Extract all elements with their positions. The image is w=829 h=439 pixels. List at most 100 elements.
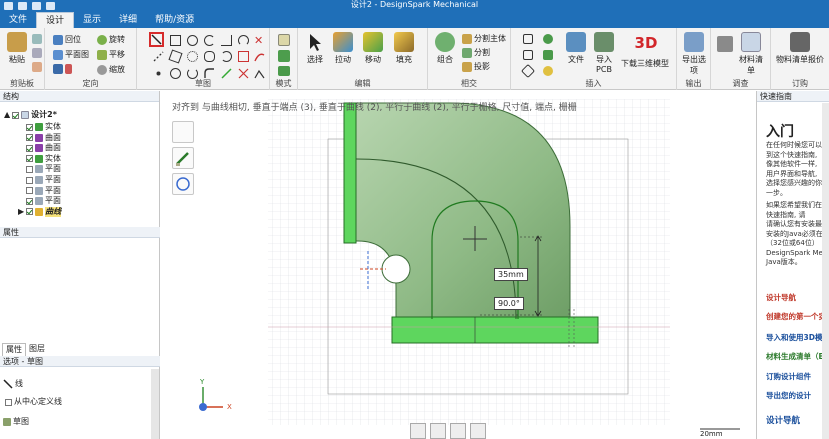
return-3d-button[interactable]	[410, 423, 426, 439]
visibility-checkbox[interactable]	[26, 197, 33, 205]
select-button[interactable]: 选择	[300, 32, 330, 65]
visibility-checkbox[interactable]	[26, 176, 33, 184]
torus-icon[interactable]	[543, 66, 553, 76]
arc-tool-button[interactable]	[204, 35, 215, 46]
tab-display[interactable]: 显示	[74, 12, 110, 28]
guide-link[interactable]: 导出您的设计	[766, 390, 811, 401]
rectangle-tool-button[interactable]	[170, 35, 181, 46]
tab-design[interactable]: 设计	[36, 12, 75, 28]
plane-icon[interactable]	[523, 34, 533, 44]
pan-button[interactable]: 平移	[97, 49, 125, 60]
export-options-button[interactable]: 导出选项	[679, 32, 709, 76]
guide-link[interactable]: 设计导航	[766, 292, 796, 303]
download-3d-button[interactable]: 下载三维模型	[621, 58, 669, 69]
sphere-icon[interactable]	[543, 34, 553, 44]
tree-item[interactable]: 平面	[26, 196, 61, 206]
plan-view-mini-button[interactable]	[470, 423, 486, 439]
section-mode-icon[interactable]	[278, 50, 290, 62]
import-pcb-button[interactable]: 导入PCB	[589, 32, 619, 74]
origin-icon[interactable]	[520, 63, 536, 79]
bend-tool-button[interactable]	[254, 51, 265, 62]
design-canvas[interactable]: 对齐到 与曲线相切, 垂直于端点 (3), 垂直于曲线 (2), 平行于曲线 (…	[160, 91, 756, 439]
polygon-tool-button[interactable]	[168, 49, 183, 64]
tab-help[interactable]: 帮助/资源	[146, 12, 203, 28]
fill-button[interactable]: 填充	[389, 32, 419, 65]
move-grid-button[interactable]	[450, 423, 466, 439]
point-tool-button[interactable]	[153, 51, 164, 62]
dimension-angle[interactable]: 90.0°	[494, 297, 524, 310]
tree-item[interactable]: ▶ 曲线	[18, 206, 62, 217]
tree-item[interactable]: 实体	[26, 122, 61, 132]
visibility-checkbox[interactable]	[26, 134, 33, 142]
axis-icon[interactable]	[523, 50, 533, 60]
tangent-arc-button[interactable]	[238, 35, 249, 46]
tab-file[interactable]: 文件	[0, 12, 36, 28]
from-center-option[interactable]: 从中心定义线	[5, 397, 62, 407]
home-button[interactable]: 回位	[53, 34, 81, 45]
guide-link[interactable]: 导入和使用3D模型	[766, 332, 829, 343]
move-button[interactable]: 移动	[358, 32, 388, 65]
download-3d-badge[interactable]: 3D	[621, 34, 671, 52]
line-option-row[interactable]: 线	[3, 379, 23, 389]
sketch-option-row[interactable]: 草图	[3, 417, 29, 427]
sketch-select-tool[interactable]	[172, 121, 194, 143]
tab-detail[interactable]: 详细	[110, 12, 146, 28]
select-new-plane-button[interactable]	[430, 423, 446, 439]
sketch-rotate-tool[interactable]	[172, 173, 194, 195]
options-scrollbar[interactable]	[151, 369, 159, 439]
view-cube-button[interactable]	[53, 64, 72, 74]
spline-tool-button[interactable]	[221, 35, 232, 46]
tree-item[interactable]: 曲面	[26, 133, 61, 143]
3d-mode-icon[interactable]	[278, 66, 290, 76]
copy-icon[interactable]	[32, 48, 42, 58]
bom-button[interactable]: 材料清单	[736, 32, 766, 76]
bom-quote-button[interactable]: 物料清单报价	[771, 32, 829, 65]
visibility-checkbox[interactable]	[26, 155, 33, 163]
visibility-checkbox[interactable]	[12, 111, 20, 119]
cut-icon[interactable]	[32, 34, 42, 44]
tree-item[interactable]: 曲面	[26, 143, 61, 153]
visibility-checkbox[interactable]	[26, 123, 33, 131]
plan-view-button[interactable]: 平面图	[53, 49, 89, 60]
expand-icon[interactable]: ▲	[4, 110, 10, 120]
line-tool-button[interactable]	[149, 32, 164, 47]
format-painter-icon[interactable]	[32, 62, 42, 72]
zoom-button[interactable]: 缩放	[97, 64, 125, 75]
expand-icon[interactable]: ▶	[18, 207, 24, 217]
tree-item[interactable]: 平面	[26, 175, 61, 185]
guide-link[interactable]: 材料生成清单（B	[766, 351, 824, 362]
three-point-circle-button[interactable]	[187, 51, 198, 62]
circle-tool-button[interactable]	[187, 35, 198, 46]
project-button[interactable]: 投影	[462, 61, 490, 72]
tree-item[interactable]: 平面	[26, 186, 61, 196]
sketch-mode-icon[interactable]	[278, 34, 290, 46]
visibility-checkbox[interactable]	[26, 144, 33, 152]
guide-link[interactable]: 订购设计组件	[766, 371, 811, 382]
insert-file-button[interactable]: 文件	[561, 32, 591, 65]
dimension-35mm[interactable]: 35mm	[494, 268, 528, 281]
trim-tool-button[interactable]: ✕	[254, 35, 265, 46]
tree-item[interactable]: 实体	[26, 154, 61, 164]
guide-link[interactable]: 设计导航	[766, 414, 800, 426]
tree-item[interactable]: 平面	[26, 164, 61, 174]
pull-button[interactable]: 拉动	[328, 32, 358, 65]
visibility-checkbox[interactable]	[26, 165, 33, 173]
split-body-button[interactable]: 分割主体	[462, 33, 506, 44]
tab-layers[interactable]: 图层	[26, 343, 48, 355]
offset-curve-button[interactable]	[238, 51, 249, 62]
tab-properties[interactable]: 属性	[2, 343, 26, 356]
tree-root[interactable]: ▲ 设计2*	[4, 110, 57, 120]
visibility-checkbox[interactable]	[26, 208, 34, 216]
rotate-button[interactable]: 旋转	[97, 34, 125, 45]
split-button[interactable]: 分割	[462, 47, 490, 58]
sketch-pencil-tool[interactable]	[172, 147, 194, 169]
measure-icon[interactable]	[717, 36, 733, 52]
guide-scrollbar[interactable]	[822, 103, 829, 439]
from-center-checkbox[interactable]	[5, 398, 12, 406]
drawing-area[interactable]	[160, 91, 756, 439]
cylinder-icon[interactable]	[543, 50, 553, 60]
guide-link[interactable]: 创建您的第一个实	[766, 311, 826, 322]
ellipse-tool-button[interactable]	[204, 51, 215, 62]
sweep-arc-button[interactable]	[221, 51, 232, 62]
visibility-checkbox[interactable]	[26, 187, 33, 195]
